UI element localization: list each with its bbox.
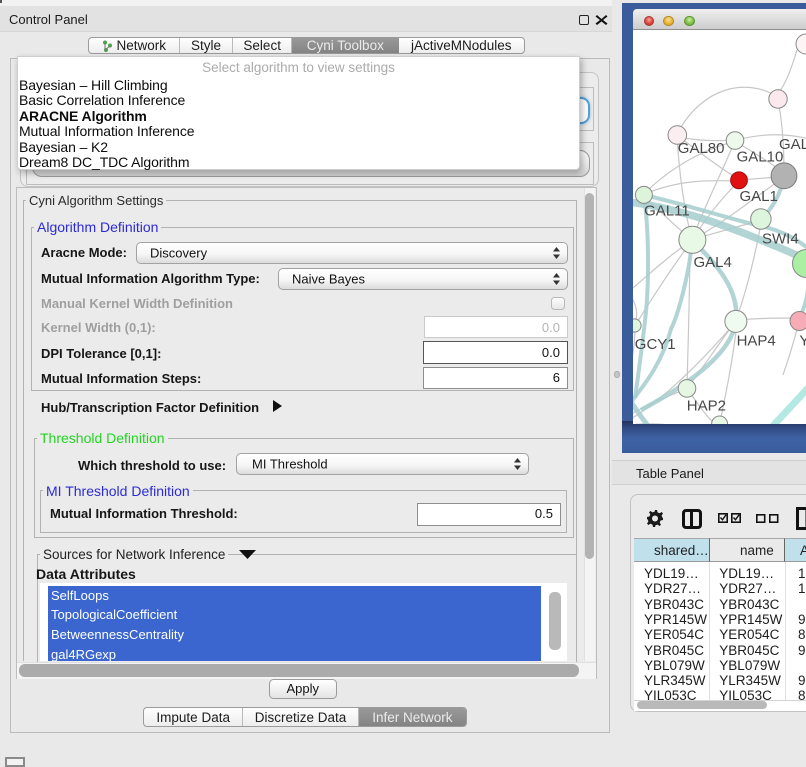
svg-text:GAL11: GAL11 — [644, 203, 690, 220]
svg-text:GAL10: GAL10 — [737, 149, 784, 166]
svg-text:GAL4: GAL4 — [694, 254, 732, 271]
svg-text:YEL0: YEL0 — [799, 333, 806, 350]
svg-text:GAL80: GAL80 — [678, 140, 725, 157]
svg-text:HAP2: HAP2 — [687, 398, 726, 415]
svg-text:HAP4: HAP4 — [737, 333, 776, 350]
svg-text:GAL1: GAL1 — [740, 188, 778, 205]
svg-text:SWI4: SWI4 — [762, 231, 799, 248]
svg-text:GCY1: GCY1 — [635, 336, 676, 353]
